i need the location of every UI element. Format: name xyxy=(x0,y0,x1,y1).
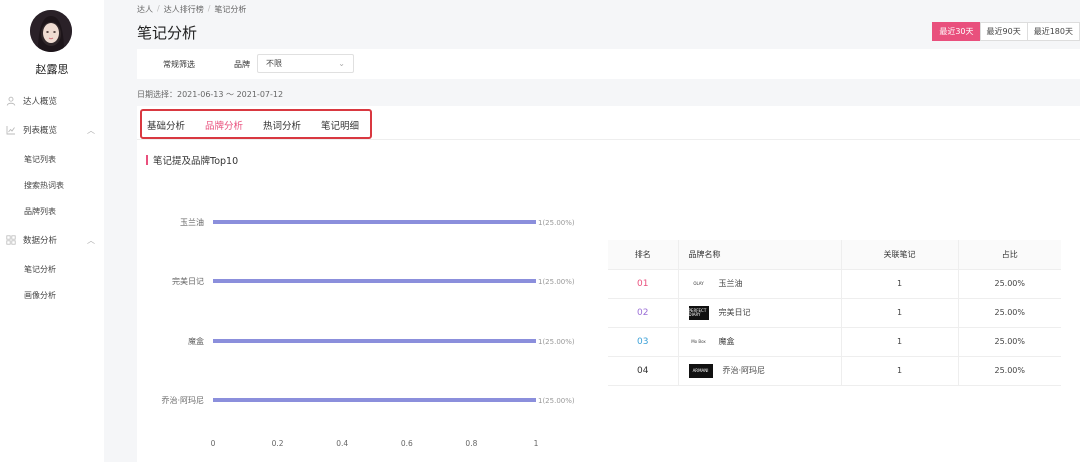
sidebar-item-search-hotwords[interactable]: 搜索热词表 xyxy=(24,180,64,191)
brand-filter-label: 品牌 xyxy=(234,60,250,69)
main-area: 达人 / 达人排行榜 / 笔记分析 笔记分析 最近30天 最近90天 最近180… xyxy=(104,0,1080,462)
grid-icon xyxy=(5,234,17,246)
date-range-buttons: 最近30天 最近90天 最近180天 xyxy=(932,22,1080,41)
filter-label: 常规筛选 xyxy=(163,60,195,69)
sidebar-item-data-analysis[interactable]: 数据分析 ︿ xyxy=(0,232,104,248)
table-row: 03 Mo Box 魔盒 1 25.00% xyxy=(608,327,1061,357)
olay-logo-icon: OLAY xyxy=(693,280,704,286)
rank-cell: 01 xyxy=(608,269,679,299)
notes-cell: 1 xyxy=(841,269,959,299)
chevron-down-icon: ⌄ xyxy=(338,59,345,68)
column-header-brand: 品牌名称 xyxy=(678,240,842,270)
brand-name: 玉兰油 xyxy=(718,279,743,288)
breadcrumb-separator: / xyxy=(207,4,211,13)
perfect-diary-logo-icon: PERFECT DIARY xyxy=(688,305,709,320)
bar-data-label: 1(25.00%) xyxy=(538,219,575,227)
sidebar-item-overview[interactable]: 达人概览 xyxy=(0,93,104,109)
table-row: 02 PERFECT DIARY 完美日记 1 25.00% xyxy=(608,298,1061,328)
sidebar-item-note-list[interactable]: 笔记列表 xyxy=(24,154,56,165)
sidebar-item-portrait-analysis[interactable]: 画像分析 xyxy=(24,290,56,301)
x-axis-tick-label: 0.6 xyxy=(401,439,413,448)
brand-name: 魔盒 xyxy=(718,337,735,346)
notes-cell: 1 xyxy=(841,327,959,357)
sidebar-item-list-overview[interactable]: 列表概览 ︿ xyxy=(0,122,104,138)
ratio-cell: 25.00% xyxy=(958,298,1061,328)
sidebar-item-label: 数据分析 xyxy=(23,236,58,246)
rank-number: 01 xyxy=(637,278,649,289)
y-axis-label: 魔盒 xyxy=(188,336,204,346)
chart-bar xyxy=(213,339,536,343)
x-axis-tick-label: 0 xyxy=(211,439,216,448)
mo-box-logo-icon: Mo Box xyxy=(691,338,706,344)
range-90-days-button[interactable]: 最近90天 xyxy=(979,22,1028,41)
y-axis-label: 完美日记 xyxy=(172,276,204,286)
sidebar: 赵露思 达人概览 列表概览 ︿ 笔记列表 搜索热词表 品牌列表 数据分析 ︿ 笔… xyxy=(0,0,104,462)
sidebar-item-brand-list[interactable]: 品牌列表 xyxy=(24,206,56,217)
page-title: 笔记分析 xyxy=(137,24,198,42)
breadcrumb: 达人 / 达人排行榜 / 笔记分析 xyxy=(137,4,246,15)
rank-cell: 03 xyxy=(608,327,679,357)
filter-bar: 常规筛选 品牌 不限 ⌄ xyxy=(137,49,1080,79)
brand-cell: ARMANI 乔治·阿玛尼 xyxy=(678,356,842,386)
brand-cell: PERFECT DIARY 完美日记 xyxy=(678,298,842,328)
table-row: 01 OLAY 玉兰油 1 25.00% xyxy=(608,269,1061,299)
chart-bar xyxy=(213,220,536,224)
bar-data-label: 1(25.00%) xyxy=(538,338,575,346)
y-axis-label: 玉兰油 xyxy=(180,217,204,227)
x-axis-tick-label: 0.4 xyxy=(336,439,348,448)
brand-select[interactable]: 不限 ⌄ xyxy=(257,54,354,73)
chart-icon xyxy=(5,124,17,136)
brand-name: 完美日记 xyxy=(718,308,751,317)
ratio-cell: 25.00% xyxy=(958,269,1061,299)
sidebar-item-note-analysis[interactable]: 笔记分析 xyxy=(24,264,56,275)
x-axis-tick-label: 1 xyxy=(534,439,539,448)
breadcrumb-item[interactable]: 达人 xyxy=(137,4,153,15)
y-axis-label: 乔治·阿玛尼 xyxy=(161,395,204,405)
column-header-ratio: 占比 xyxy=(958,240,1061,270)
brand-select-value: 不限 xyxy=(266,59,282,68)
username: 赵露思 xyxy=(35,63,69,76)
notes-cell: 1 xyxy=(841,298,959,328)
sidebar-item-label: 列表概览 xyxy=(23,126,58,136)
range-180-days-button[interactable]: 最近180天 xyxy=(1026,22,1080,41)
notes-cell: 1 xyxy=(841,356,959,386)
x-axis-tick-label: 0.2 xyxy=(272,439,284,448)
rank-cell: 04 xyxy=(608,356,679,386)
table-header-row: 排名 品牌名称 关联笔记 占比 xyxy=(608,240,1061,270)
table-row: 04 ARMANI 乔治·阿玛尼 1 25.00% xyxy=(608,356,1061,386)
brand-ranking-table: 排名 品牌名称 关联笔记 占比 01 OLAY 玉兰油 1 25.00% 02 PERFEC… xyxy=(608,240,1061,386)
brand-name: 乔治·阿玛尼 xyxy=(722,366,766,375)
breadcrumb-item-current: 笔记分析 xyxy=(214,5,247,14)
bar-data-label: 1(25.00%) xyxy=(538,397,575,405)
armani-logo-icon: ARMANI xyxy=(688,363,713,378)
brand-cell: OLAY 玉兰油 xyxy=(678,269,842,299)
breadcrumb-item[interactable]: 达人排行榜 xyxy=(164,4,204,15)
user-icon xyxy=(5,95,17,107)
breadcrumb-separator: / xyxy=(157,4,160,13)
ratio-cell: 25.00% xyxy=(958,327,1061,357)
rank-number: 04 xyxy=(637,365,649,376)
ratio-cell: 25.00% xyxy=(958,356,1061,386)
column-header-rank: 排名 xyxy=(608,240,679,270)
avatar[interactable] xyxy=(30,10,72,52)
sidebar-item-label: 达人概览 xyxy=(23,97,58,107)
brand-cell: Mo Box 魔盒 xyxy=(678,327,842,357)
chart-bar xyxy=(213,398,536,402)
brand-bar-chart: 玉兰油 1(25.00%) 完美日记 1(25.00%) 魔盒 1(25.00%) 乔治·阿… xyxy=(161,217,575,448)
x-axis-tick-label: 0.8 xyxy=(465,439,477,448)
chart-bar xyxy=(213,279,536,283)
range-30-days-button[interactable]: 最近30天 xyxy=(932,22,981,41)
column-header-notes: 关联笔记 xyxy=(841,240,959,270)
rank-number: 03 xyxy=(637,336,649,347)
chevron-up-icon: ︿ xyxy=(87,126,95,135)
chevron-up-icon: ︿ xyxy=(87,236,95,245)
date-range-text: 日期选择：2021-06-13 ～ 2021-07-12 xyxy=(137,90,284,99)
content-panel: 基础分析 品牌分析 热词分析 笔记明细 笔记提及品牌Top10 玉兰油 1(25.… xyxy=(137,106,1080,462)
bar-data-label: 1(25.00%) xyxy=(538,278,575,286)
rank-number: 02 xyxy=(637,307,649,318)
rank-cell: 02 xyxy=(608,298,679,328)
